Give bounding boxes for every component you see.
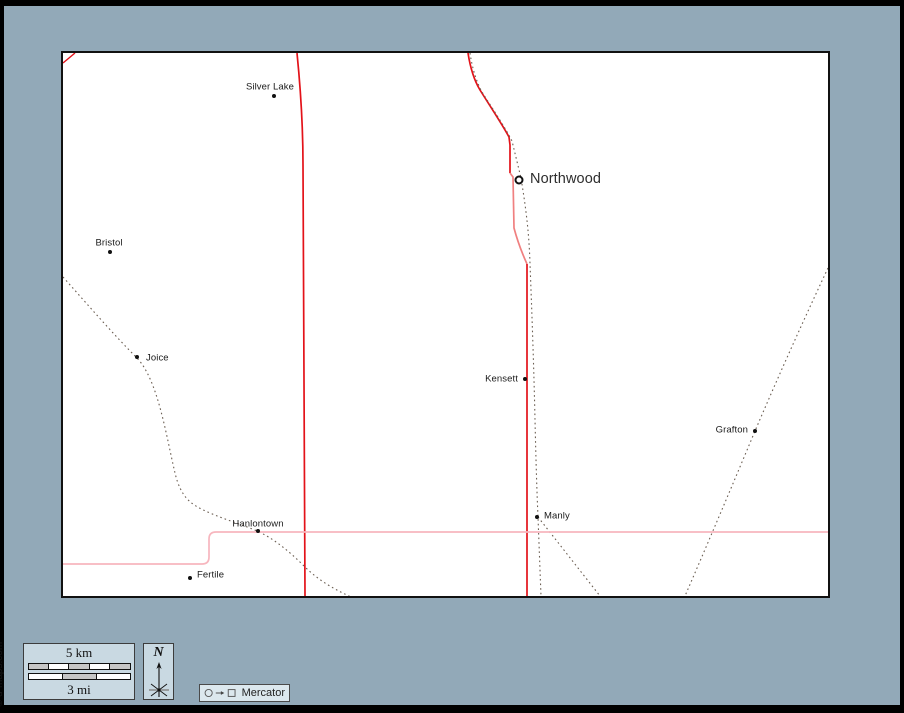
scale-km-bar <box>28 663 131 670</box>
projection-circle-icon <box>204 687 213 699</box>
railroad-east-line <box>470 53 541 596</box>
map-canvas: Silver Lake Bristol Joice Northwood Kens… <box>61 51 830 598</box>
town-dot-grafton <box>753 429 757 433</box>
scale-km-label: 5 km <box>66 646 92 660</box>
town-dot-manly <box>535 515 539 519</box>
map-lines-layer <box>63 53 828 596</box>
scale-segment <box>97 674 130 679</box>
railroad-west-line <box>63 277 351 596</box>
town-label-hanlontown: Hanlontown <box>232 519 283 530</box>
scale-segment <box>90 664 110 669</box>
projection-square-icon <box>227 687 236 699</box>
scale-segment <box>69 664 89 669</box>
town-dot-hanlontown <box>256 529 260 533</box>
town-label-silver-lake: Silver Lake <box>246 82 294 93</box>
county-boundary-line <box>63 532 828 564</box>
town-label-fertile: Fertile <box>197 570 224 581</box>
town-dot-fertile <box>188 576 192 580</box>
town-label-kensett: Kensett <box>485 374 518 385</box>
north-label: N <box>153 645 163 661</box>
scale-mi-bar <box>28 673 131 680</box>
scale-segment <box>63 674 97 679</box>
copyright-text: © d-maps.com <box>0 642 5 707</box>
scale-segment <box>49 664 69 669</box>
railroad-manly-branch <box>538 517 600 596</box>
town-label-bristol: Bristol <box>95 238 122 249</box>
road-west-highway <box>297 53 305 596</box>
north-arrow-icon <box>147 661 171 699</box>
scale-bar: 5 km 3 mi <box>23 643 135 700</box>
road-east-highway-mid <box>510 173 527 264</box>
scale-segment <box>29 674 63 679</box>
scale-mi-label: 3 mi <box>67 683 90 697</box>
town-dot-kensett <box>523 377 527 381</box>
town-label-grafton: Grafton <box>716 425 748 436</box>
town-label-northwood: Northwood <box>530 171 601 187</box>
arrow-right-icon <box>215 687 225 699</box>
town-dot-bristol <box>108 250 112 254</box>
town-dot-joice <box>135 355 139 359</box>
north-indicator: N <box>143 643 174 700</box>
scale-segment <box>110 664 129 669</box>
scale-segment <box>29 664 49 669</box>
projection-legend: Mercator <box>199 684 290 702</box>
county-seat-marker-northwood <box>515 176 524 185</box>
projection-label: Mercator <box>242 687 285 699</box>
town-dot-silver-lake <box>272 94 276 98</box>
town-label-manly: Manly <box>544 511 570 522</box>
road-corner-segment <box>63 53 75 63</box>
town-label-joice: Joice <box>146 353 169 364</box>
